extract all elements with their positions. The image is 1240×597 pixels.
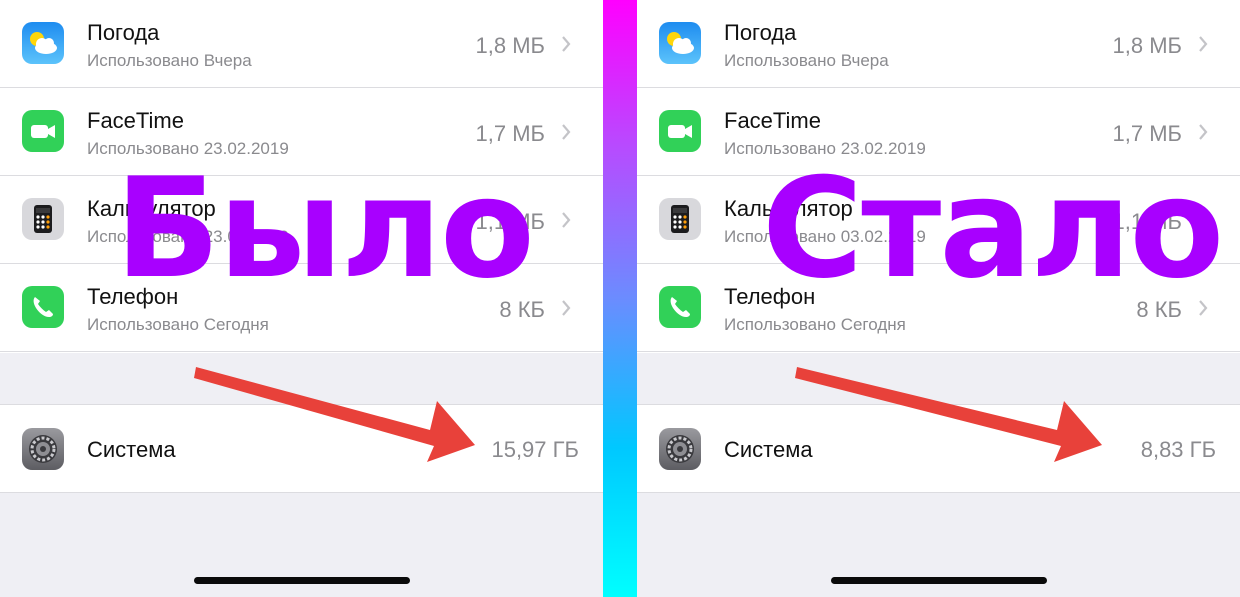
system-size: 15,97 ГБ bbox=[491, 437, 579, 462]
app-size: 1,7 МБ bbox=[1112, 121, 1182, 146]
phone-icon bbox=[659, 286, 701, 328]
system-size: 8,83 ГБ bbox=[1140, 437, 1216, 462]
facetime-icon bbox=[659, 110, 701, 152]
last-used: Использовано Сегодня bbox=[724, 315, 906, 334]
after-label: Стало bbox=[762, 148, 1224, 309]
app-size: 1,8 МБ bbox=[1112, 33, 1182, 58]
app-name: Погода bbox=[724, 20, 797, 45]
last-used: Использовано Вчера bbox=[87, 51, 252, 70]
before-panel: Погода Использовано Вчера 1,8 МБ FaceTim… bbox=[0, 0, 603, 597]
chevron-right-icon bbox=[1199, 36, 1208, 52]
chevron-right-icon bbox=[562, 36, 571, 52]
home-indicator[interactable] bbox=[831, 577, 1047, 584]
section-gap bbox=[0, 353, 603, 405]
facetime-icon bbox=[22, 110, 64, 152]
list-item-weather[interactable]: Погода Использовано Вчера 1,8 МБ bbox=[637, 0, 1240, 88]
last-used: Использовано Вчера bbox=[724, 51, 889, 70]
chevron-right-icon bbox=[562, 124, 571, 140]
app-size: 1,8 МБ bbox=[475, 33, 545, 58]
chevron-right-icon bbox=[1199, 124, 1208, 140]
app-name: FaceTime bbox=[724, 108, 821, 133]
weather-icon bbox=[22, 22, 64, 64]
app-size: 1,7 МБ bbox=[475, 121, 545, 146]
calculator-icon bbox=[659, 198, 701, 240]
section-gap bbox=[637, 353, 1240, 405]
phone-icon bbox=[22, 286, 64, 328]
gradient-divider bbox=[603, 0, 637, 597]
chevron-right-icon bbox=[562, 300, 571, 316]
list-item-system: Система 8,83 ГБ bbox=[637, 405, 1240, 493]
list-item-system: Система 15,97 ГБ bbox=[0, 405, 603, 493]
app-name: Система bbox=[724, 437, 813, 462]
settings-gear-icon bbox=[22, 428, 64, 470]
chevron-right-icon bbox=[562, 212, 571, 228]
last-used: Использовано Сегодня bbox=[87, 315, 269, 334]
app-name: Система bbox=[87, 437, 176, 462]
before-label: Было bbox=[115, 148, 535, 309]
after-panel: Погода Использовано Вчера 1,8 МБ FaceTim… bbox=[637, 0, 1240, 597]
home-indicator[interactable] bbox=[194, 577, 410, 584]
list-item-weather[interactable]: Погода Использовано Вчера 1,8 МБ bbox=[0, 0, 603, 88]
app-name: FaceTime bbox=[87, 108, 184, 133]
calculator-icon bbox=[22, 198, 64, 240]
settings-gear-icon bbox=[659, 428, 701, 470]
weather-icon bbox=[659, 22, 701, 64]
app-name: Погода bbox=[87, 20, 160, 45]
